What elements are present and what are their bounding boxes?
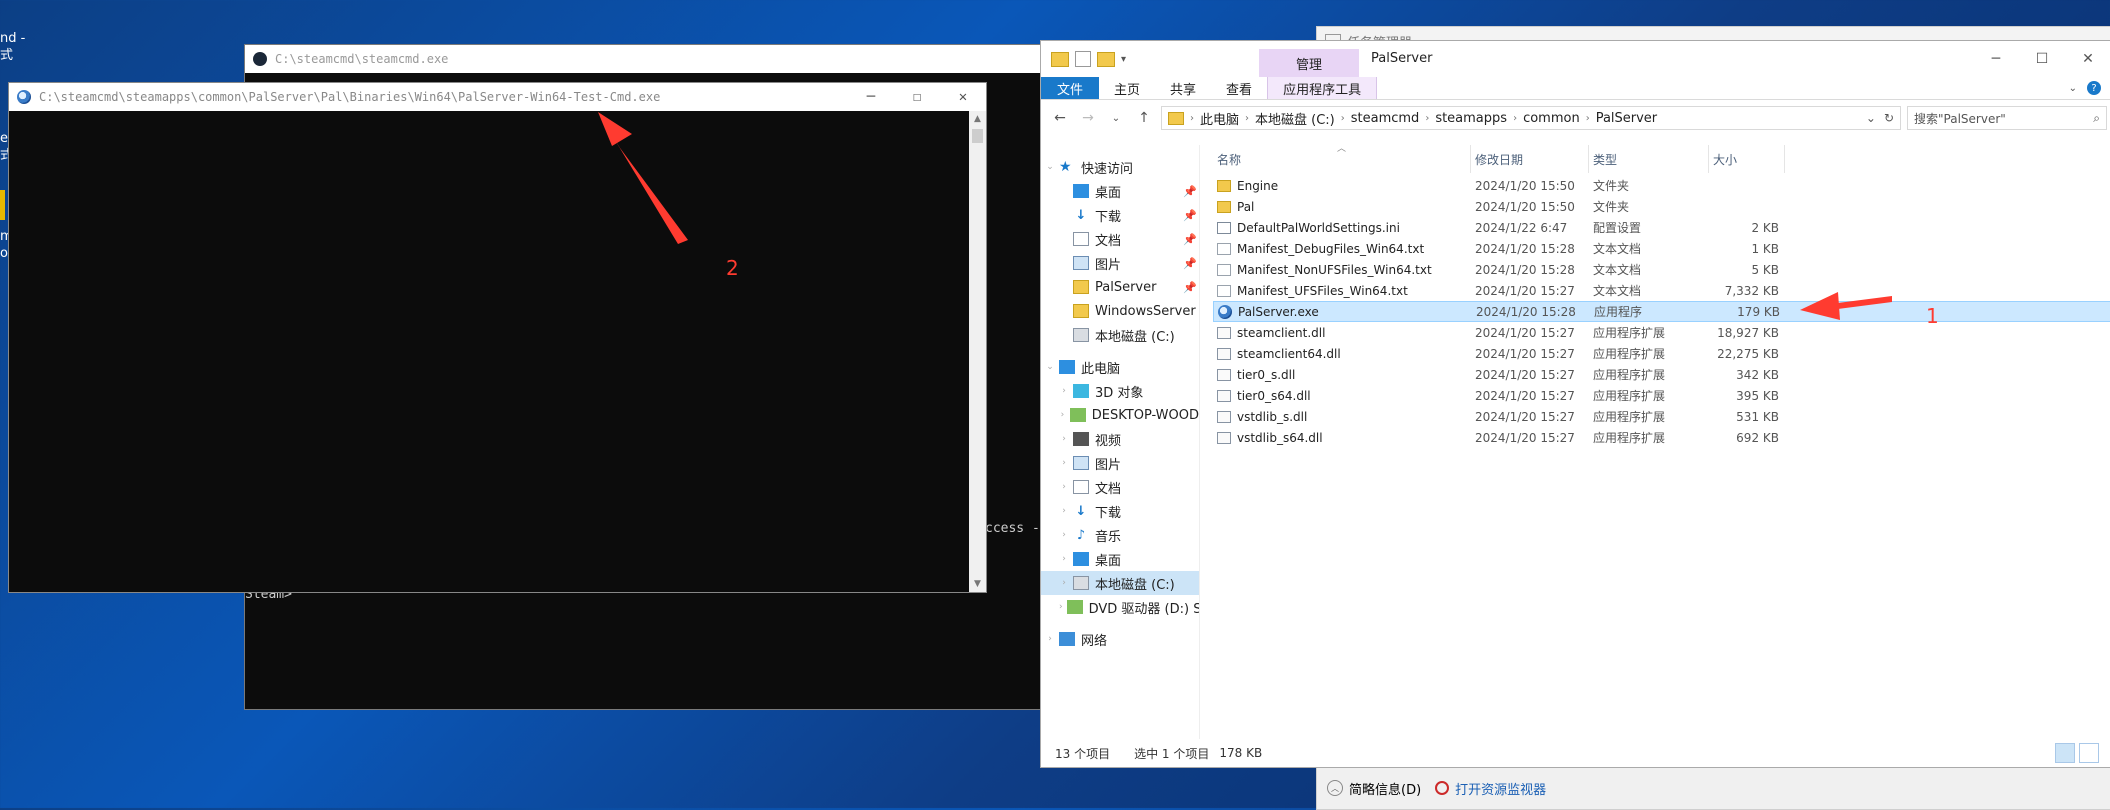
annotation-arrow-1	[1800, 292, 1892, 320]
annotation-label-1: 1	[1926, 304, 1939, 328]
annotation-label-2: 2	[726, 256, 739, 280]
annotation-arrow-2	[598, 112, 688, 244]
annotation-layer	[598, 112, 1892, 320]
